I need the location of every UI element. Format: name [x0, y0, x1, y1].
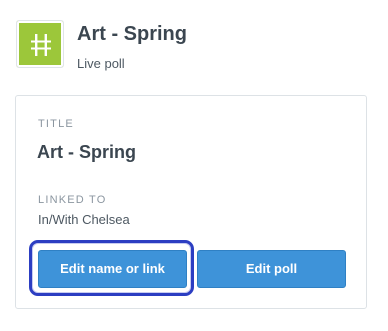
poll-details-card: TITLE Art - Spring LINKED TO In/With Che… — [15, 95, 367, 309]
edit-poll-button[interactable]: Edit poll — [197, 250, 346, 288]
poll-header-title: Art - Spring — [77, 23, 187, 45]
hashtag-icon — [31, 34, 51, 56]
linked-to-label: LINKED TO — [38, 194, 107, 206]
title-value: Art - Spring — [37, 142, 136, 162]
poll-status-text: Live poll — [77, 56, 125, 71]
title-label: TITLE — [38, 118, 74, 130]
edit-name-or-link-button[interactable]: Edit name or link — [38, 250, 187, 288]
linked-to-value: In/With Chelsea — [38, 212, 130, 227]
poll-header: Art - Spring Live poll — [16, 20, 376, 76]
poll-app-icon — [16, 20, 64, 68]
